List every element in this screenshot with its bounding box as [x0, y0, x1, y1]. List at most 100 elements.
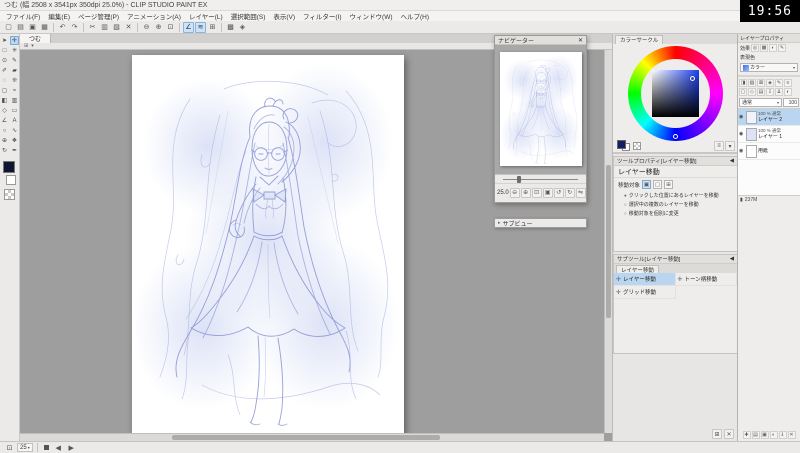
reference-layer-icon[interactable]: ◈	[766, 79, 774, 87]
border-effect-icon[interactable]: ◎	[751, 44, 760, 52]
blend-mode-dropdown[interactable]: 通常 ▾	[739, 98, 782, 107]
layer-mask-icon[interactable]: ◐	[784, 88, 792, 96]
menu-item-4[interactable]: レイヤー(L)	[185, 11, 227, 21]
undo-icon[interactable]: ↶	[57, 22, 68, 33]
pen-tool[interactable]: ✎	[10, 56, 19, 65]
visibility-eye-icon[interactable]: ◉	[739, 131, 745, 137]
foreground-color-swatch[interactable]	[3, 161, 15, 173]
move-target-selected-layers-icon[interactable]: ▢	[653, 180, 663, 189]
tool-property-header[interactable]: ツールプロパティ[レイヤー移動] ◀	[614, 157, 737, 166]
ruler-tool[interactable]: ∠	[0, 116, 9, 125]
subtool-tone-move[interactable]: ✛ トーン柄移動	[675, 273, 737, 286]
grid-icon[interactable]: ▩	[225, 22, 236, 33]
horizontal-scroll-thumb[interactable]	[171, 435, 441, 440]
draft-layer-icon[interactable]: ✎	[775, 79, 783, 87]
text-tool[interactable]: A	[10, 116, 19, 125]
selection-tool[interactable]: □	[0, 46, 9, 55]
footer-mask-icon[interactable]: ◐	[769, 431, 778, 439]
zoom-tool[interactable]: ⊕	[0, 136, 9, 145]
view-mode-icon[interactable]: ⊞	[24, 43, 28, 49]
lock-layer-icon[interactable]: ⊠	[757, 79, 765, 87]
figure-tool[interactable]: ◇	[0, 106, 9, 115]
new-raster-layer-icon[interactable]: ▢	[739, 88, 747, 96]
subtool-layer-move[interactable]: ✛ レイヤー移動	[614, 273, 676, 286]
eraser-tool[interactable]: ◻	[0, 86, 9, 95]
nav-rotate-left-icon[interactable]: ↺	[553, 187, 564, 198]
line-correction-tool[interactable]: ∿	[10, 126, 19, 135]
menu-item-6[interactable]: 表示(V)	[269, 11, 299, 21]
add-subtool-icon[interactable]: ⊞	[712, 429, 722, 439]
menu-item-0[interactable]: ファイル(F)	[2, 11, 44, 21]
nav-zoom-out-icon[interactable]: ⊖	[509, 187, 520, 198]
transparent-swatch[interactable]	[633, 142, 641, 150]
canvas-horizontal-scrollbar[interactable]	[20, 433, 604, 441]
move-target-all-layers-icon[interactable]: ⊞	[664, 180, 674, 189]
nav-actual-size-icon[interactable]: ▣	[542, 187, 553, 198]
pencil-tool[interactable]: ✐	[0, 66, 9, 75]
collapse-icon[interactable]: ◀	[730, 256, 734, 262]
next-page-icon[interactable]: ▶	[66, 442, 77, 453]
fit-screen-icon[interactable]: ⊡	[165, 22, 176, 33]
layer-row[interactable]: ◉ 100 % 通常 レイヤー 1	[738, 126, 800, 143]
lock-pixel-icon[interactable]: ▧	[748, 79, 756, 87]
layer-row[interactable]: ◉ 用紙	[738, 143, 800, 160]
visibility-eye-icon[interactable]: ◉	[739, 148, 745, 154]
balloon-tool[interactable]: ○	[0, 126, 9, 135]
menu-item-1[interactable]: 編集(E)	[44, 11, 74, 21]
merge-down-icon[interactable]: ⇊	[775, 88, 783, 96]
open-icon[interactable]: ▤	[15, 22, 26, 33]
background-color-swatch[interactable]	[6, 175, 16, 185]
footer-apply-mask-icon[interactable]: ⇓	[778, 431, 787, 439]
nav-fit-icon[interactable]: ⊡	[531, 187, 542, 198]
nav-rotate-right-icon[interactable]: ↻	[564, 187, 575, 198]
move-target-current-layer-icon[interactable]: ▣	[642, 180, 652, 189]
footer-new-folder-icon[interactable]: ▤	[751, 431, 760, 439]
new-vector-layer-icon[interactable]: ◇	[748, 88, 756, 96]
frame-border-tool[interactable]: ▭	[10, 106, 19, 115]
airbrush-tool[interactable]: ◌	[0, 76, 9, 85]
nav-zoom-in-icon[interactable]: ⊕	[520, 187, 531, 198]
color-slider-toggle-icon[interactable]: ≡	[714, 141, 724, 151]
material-icon[interactable]: ◈	[237, 22, 248, 33]
slider-knob[interactable]	[517, 176, 521, 183]
move-target-option-1[interactable]: ○ 選択中の複数のレイヤーを移動	[614, 200, 737, 209]
snap-ruler-icon[interactable]: ∠	[183, 21, 194, 33]
delete-icon[interactable]: ✕	[123, 22, 134, 33]
prev-page-icon[interactable]: ◀	[53, 442, 64, 453]
operation-tool[interactable]: ➤	[0, 36, 9, 45]
palette-menu-icon[interactable]: ≡	[784, 79, 792, 87]
auto-select-tool[interactable]: ✳	[10, 46, 19, 55]
paste-icon[interactable]: ▧	[111, 22, 122, 33]
navigator-preview[interactable]	[495, 45, 586, 175]
eyedropper-tool[interactable]: ⊙	[0, 56, 9, 65]
navigator-header[interactable]: ナビゲーター ✕	[495, 36, 586, 45]
save-icon[interactable]: ▣	[27, 22, 38, 33]
nav-flip-icon[interactable]: ⇋	[575, 187, 586, 198]
delete-subtool-icon[interactable]: ✕	[724, 429, 734, 439]
subtool-grid-move[interactable]: ✛ グリッド移動	[614, 286, 676, 299]
save-all-icon[interactable]: ▦	[39, 22, 50, 33]
subview-panel[interactable]: ▸ サブビュー	[494, 218, 587, 228]
select-pen-tool[interactable]: ✒	[10, 146, 19, 155]
gradient-tool[interactable]: ▥	[10, 96, 19, 105]
collapse-icon[interactable]: ◀	[730, 158, 734, 164]
extract-line-effect-icon[interactable]: ✎	[778, 44, 787, 52]
menu-item-9[interactable]: ヘルプ(H)	[397, 11, 434, 21]
move-view-tool[interactable]: ❖	[10, 136, 19, 145]
copy-icon[interactable]: ▥	[99, 22, 110, 33]
snap-grid-icon[interactable]: ⊞	[207, 22, 218, 33]
menu-item-5[interactable]: 選択範囲(S)	[227, 11, 270, 21]
color-settings-icon[interactable]: ▾	[725, 141, 735, 151]
status-zoom-dropdown[interactable]: 25 ▾	[17, 443, 33, 452]
menu-item-8[interactable]: ウィンドウ(W)	[346, 11, 397, 21]
tab-color-circle[interactable]: カラーサークル	[615, 35, 664, 44]
status-fit-icon[interactable]: ⊡	[4, 442, 15, 453]
tone-effect-icon[interactable]: ▩	[760, 44, 769, 52]
decoration-tool[interactable]: ❊	[10, 76, 19, 85]
footer-new-layer-icon[interactable]: ✚	[742, 431, 751, 439]
transparent-color-swatch[interactable]	[4, 189, 15, 200]
sub-tool-group-tab[interactable]: レイヤー移動	[616, 265, 659, 274]
document-tab[interactable]: つむ	[20, 34, 52, 43]
layer-property-header[interactable]: レイヤープロパティ	[738, 34, 800, 43]
move-target-option-0[interactable]: ● クリックした位置にあるレイヤーを移動	[614, 191, 737, 200]
